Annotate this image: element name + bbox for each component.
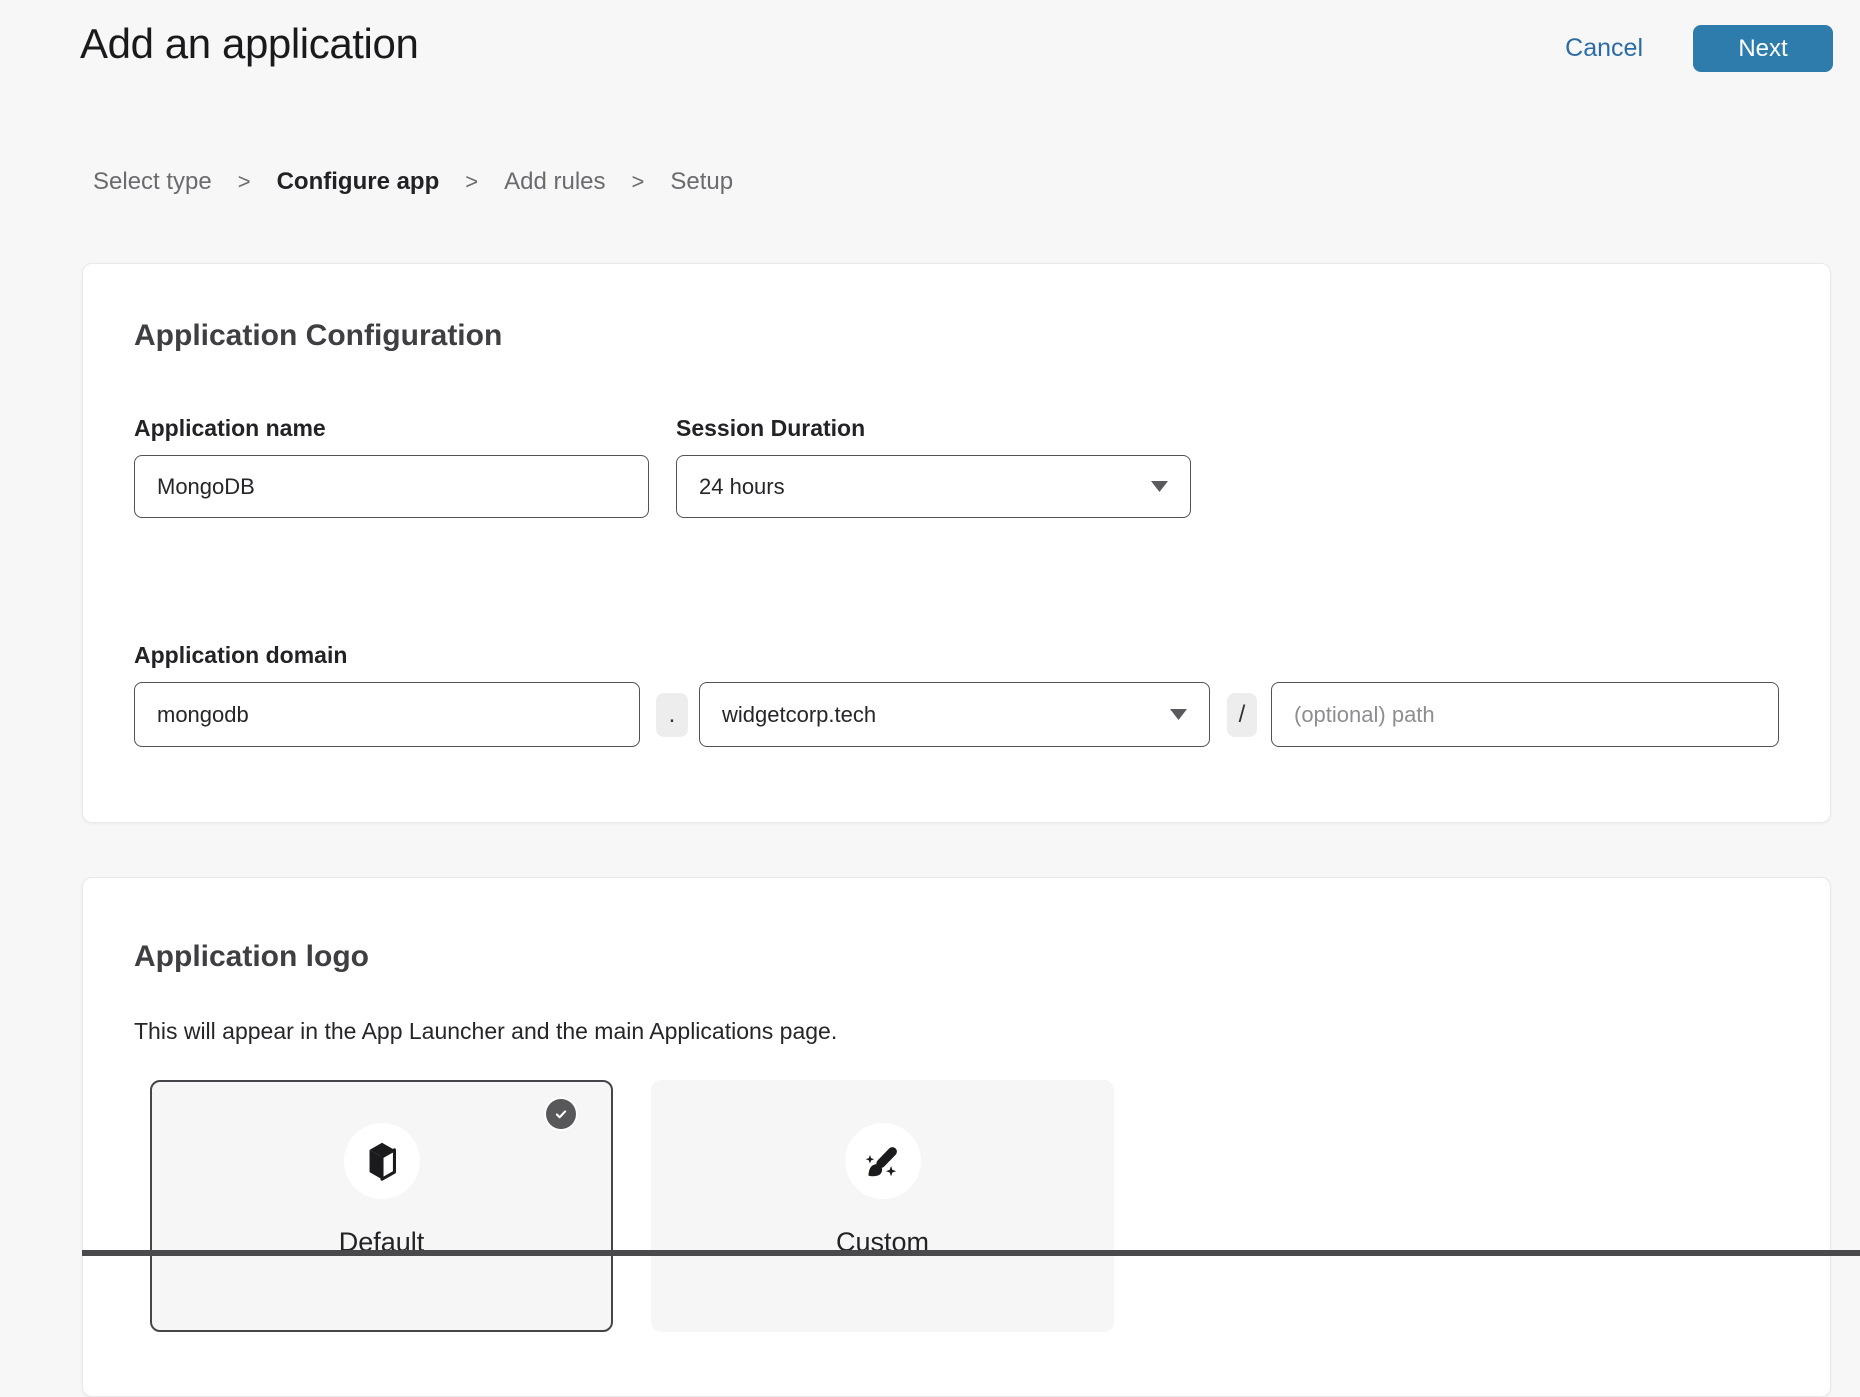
domain-select[interactable]: widgetcorp.tech	[699, 682, 1210, 747]
chevron-down-icon	[1170, 709, 1187, 720]
subdomain-input[interactable]	[134, 682, 640, 747]
session-duration-value: 24 hours	[699, 474, 785, 500]
step-separator: >	[465, 169, 478, 195]
cancel-button[interactable]: Cancel	[1565, 34, 1643, 63]
add-application-page: Add an application Cancel Next Select ty…	[0, 0, 1860, 1256]
application-logo-card: Application logo This will appear in the…	[82, 877, 1831, 1397]
step-setup[interactable]: Setup	[670, 168, 733, 196]
cube-icon	[344, 1123, 420, 1199]
logo-options: Default Custom	[150, 1080, 1114, 1332]
page-title: Add an application	[80, 20, 418, 68]
path-input[interactable]	[1271, 682, 1779, 747]
bottom-window-edge	[82, 1250, 1860, 1256]
session-duration-label: Session Duration	[676, 415, 865, 442]
step-configure-app[interactable]: Configure app	[277, 168, 440, 196]
step-separator: >	[238, 169, 251, 195]
header-actions: Cancel Next	[1565, 25, 1833, 72]
dot-separator: .	[656, 693, 688, 737]
session-duration-select[interactable]: 24 hours	[676, 455, 1191, 518]
step-select-type[interactable]: Select type	[93, 168, 212, 196]
logo-option-custom[interactable]: Custom	[651, 1080, 1114, 1332]
step-separator: >	[632, 169, 645, 195]
step-add-rules[interactable]: Add rules	[504, 168, 605, 196]
application-name-input[interactable]	[134, 455, 649, 518]
logo-option-default[interactable]: Default	[150, 1080, 613, 1332]
application-configuration-card: Application Configuration Application na…	[82, 263, 1831, 823]
application-name-label: Application name	[134, 415, 326, 442]
config-card-title: Application Configuration	[134, 319, 502, 353]
selected-check-icon	[546, 1099, 576, 1129]
paintbrush-icon	[845, 1123, 921, 1199]
application-domain-label: Application domain	[134, 642, 347, 669]
logo-card-title: Application logo	[134, 940, 369, 974]
slash-separator: /	[1227, 693, 1257, 737]
breadcrumb: Select type > Configure app > Add rules …	[93, 168, 733, 196]
logo-card-description: This will appear in the App Launcher and…	[134, 1018, 837, 1045]
chevron-down-icon	[1151, 481, 1168, 492]
domain-select-value: widgetcorp.tech	[722, 702, 876, 728]
next-button[interactable]: Next	[1693, 25, 1833, 72]
